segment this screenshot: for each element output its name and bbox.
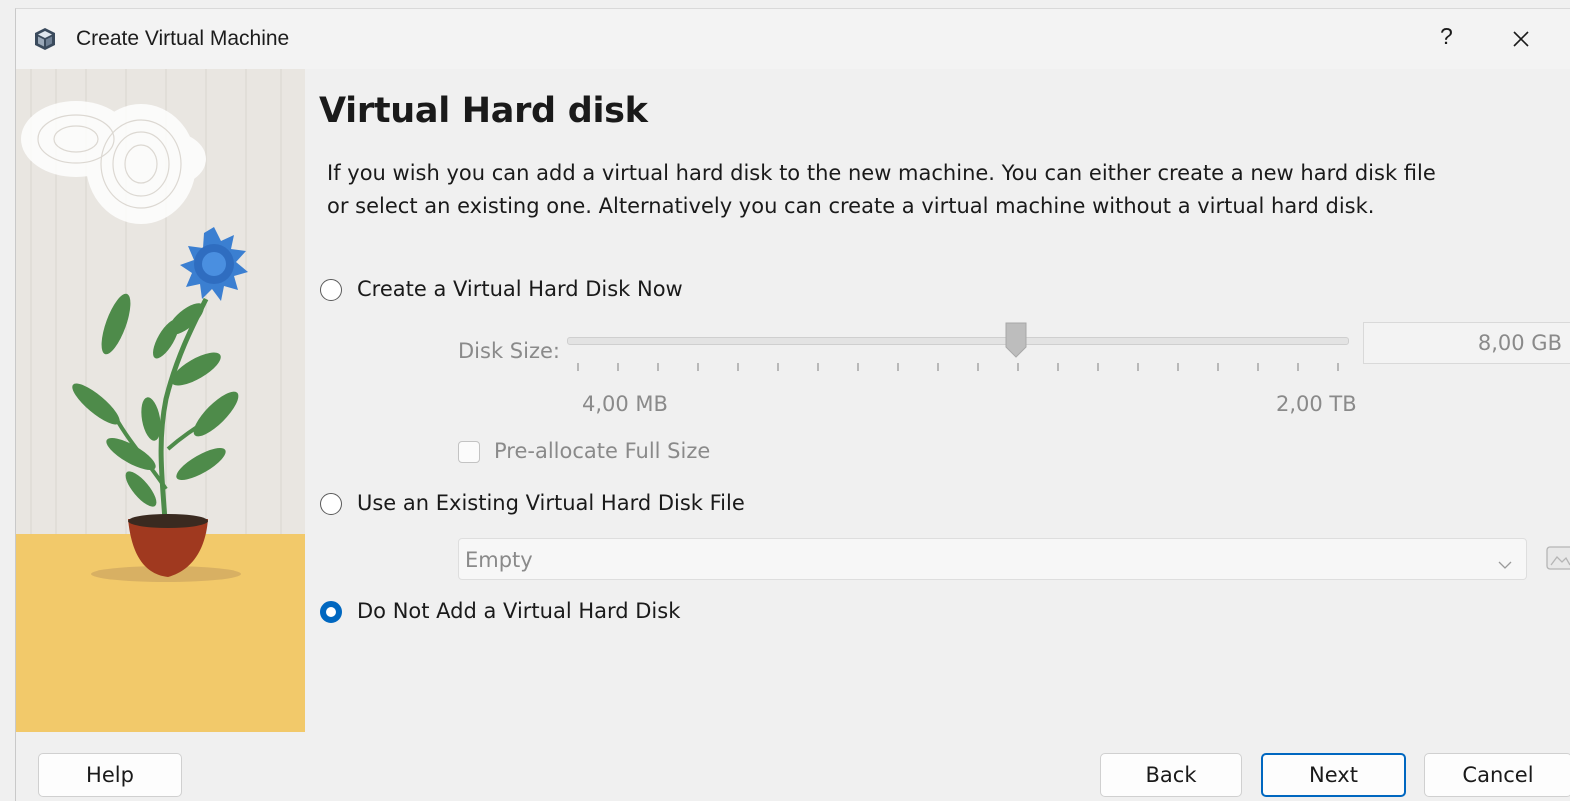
next-button[interactable]: Next bbox=[1261, 753, 1406, 797]
disk-size-min-label: 4,00 MB bbox=[582, 392, 668, 416]
disk-size-ticks bbox=[577, 363, 1339, 371]
use-existing-label[interactable]: Use an Existing Virtual Hard Disk File bbox=[357, 491, 745, 515]
disk-size-slider-handle[interactable] bbox=[1004, 321, 1028, 361]
existing-disk-value: Empty bbox=[465, 548, 533, 572]
window-title: Create Virtual Machine bbox=[76, 27, 290, 50]
preallocate-checkbox[interactable] bbox=[458, 441, 480, 463]
chevron-down-icon bbox=[1498, 555, 1512, 569]
wizard-page: Virtual Hard disk If you wish you can ad… bbox=[305, 69, 1570, 732]
button-bar: Help Back Next Cancel bbox=[16, 732, 1570, 801]
back-button[interactable]: Back bbox=[1100, 753, 1242, 797]
help-button[interactable]: Help bbox=[38, 753, 182, 797]
virtualbox-cube-icon bbox=[34, 27, 56, 51]
preallocate-label[interactable]: Pre-allocate Full Size bbox=[494, 439, 710, 463]
existing-disk-select[interactable]: Empty bbox=[458, 538, 1527, 580]
create-now-label[interactable]: Create a Virtual Hard Disk Now bbox=[357, 277, 683, 301]
disk-size-max-label: 2,00 TB bbox=[1276, 392, 1357, 416]
page-description: If you wish you can add a virtual hard d… bbox=[327, 161, 1436, 218]
disk-size-slider[interactable] bbox=[567, 337, 1349, 345]
folder-icon[interactable] bbox=[1543, 541, 1570, 575]
disk-size-label: Disk Size: bbox=[458, 339, 560, 363]
help-icon[interactable]: ? bbox=[1440, 23, 1453, 50]
cancel-button[interactable]: Cancel bbox=[1424, 753, 1570, 797]
close-icon[interactable] bbox=[1496, 19, 1546, 59]
page-title: Virtual Hard disk bbox=[319, 91, 648, 131]
do-not-add-radio[interactable] bbox=[320, 601, 342, 623]
title-bar: Create Virtual Machine ? bbox=[16, 9, 1570, 69]
do-not-add-label[interactable]: Do Not Add a Virtual Hard Disk bbox=[357, 599, 680, 623]
use-existing-radio[interactable] bbox=[320, 493, 342, 515]
create-vm-dialog: Create Virtual Machine ? Virtual Hard di… bbox=[15, 8, 1570, 801]
wizard-illustration bbox=[16, 69, 305, 732]
disk-size-input[interactable]: 8,00 GB bbox=[1363, 322, 1570, 364]
create-now-radio[interactable] bbox=[320, 279, 342, 301]
